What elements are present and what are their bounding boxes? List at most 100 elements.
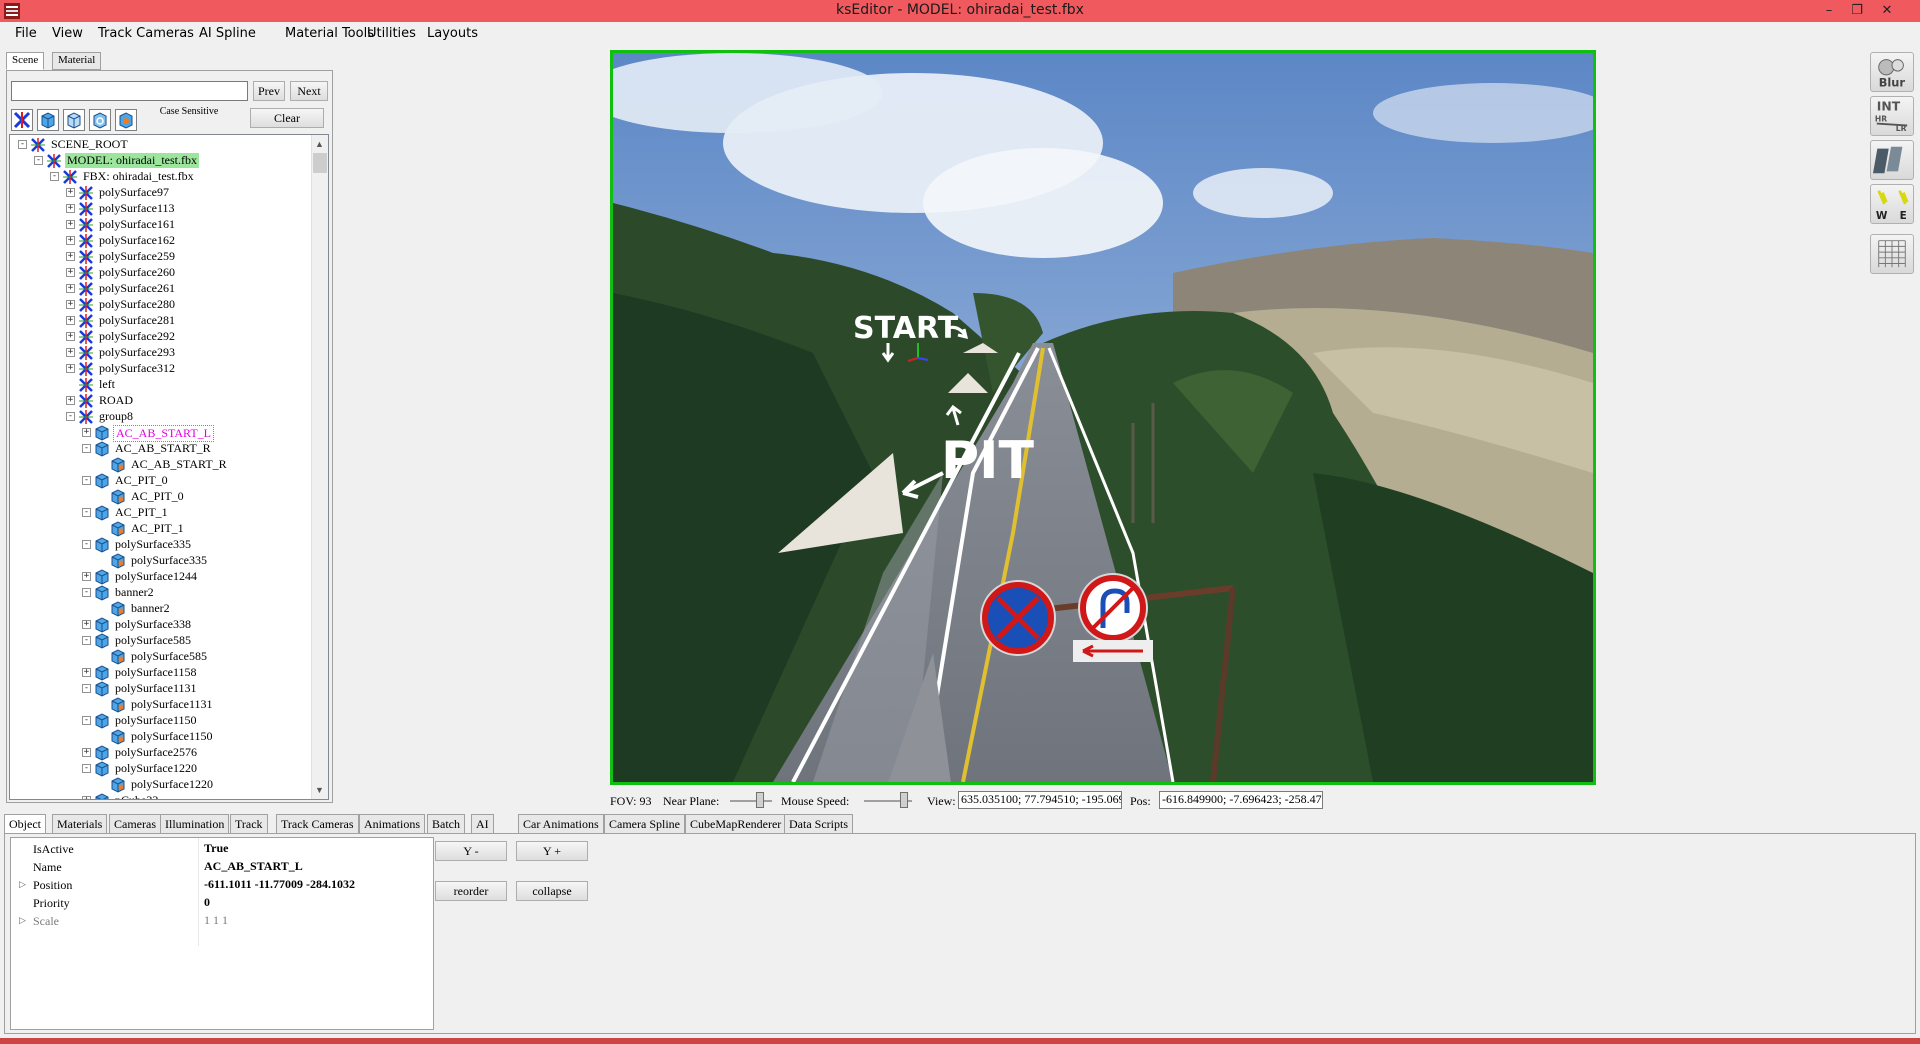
expand-icon[interactable]: + [66, 188, 75, 197]
tab-animations[interactable]: Animations [359, 814, 425, 834]
case-sensitive-label[interactable]: Case Sensitive [159, 106, 219, 117]
reorder-button[interactable]: reorder [435, 881, 507, 901]
tab-scene[interactable]: Scene [6, 52, 45, 70]
prev-button[interactable]: Prev [253, 81, 285, 101]
3d-viewport[interactable]: START PIT [610, 50, 1596, 785]
expand-icon[interactable]: + [82, 748, 91, 757]
tab-materials[interactable]: Materials [52, 814, 108, 834]
blur-tool-button[interactable]: Blur [1870, 52, 1914, 92]
expand-icon[interactable]: + [66, 364, 75, 373]
cube-filter-icon[interactable] [37, 109, 59, 131]
property-row-position[interactable]: ▷ Position -611.1011 -11.77009 -284.1032 [11, 876, 433, 894]
collapse-icon[interactable]: - [82, 716, 91, 725]
grid-tool-button[interactable] [1870, 234, 1914, 274]
clear-button[interactable]: Clear [250, 108, 324, 128]
property-row-scale[interactable]: ▷ Scale 1 1 1 [11, 912, 433, 930]
collapse-icon[interactable]: - [82, 636, 91, 645]
menu-utilities[interactable]: Utilities [367, 26, 416, 41]
int-hr-lr-tool-button[interactable]: INT HR LR [1870, 96, 1914, 136]
collapse-icon[interactable]: - [66, 412, 75, 421]
expand-icon[interactable]: + [66, 204, 75, 213]
expand-icon[interactable]: + [66, 316, 75, 325]
expand-icon[interactable]: + [66, 268, 75, 277]
property-row-name[interactable]: Name AC_AB_START_L [11, 858, 433, 876]
expand-icon[interactable]: + [82, 428, 91, 437]
pos-field[interactable]: -616.849900; -7.696423; -258.47 [1159, 791, 1323, 809]
expand-arrow-icon[interactable]: ▷ [19, 880, 26, 890]
property-row-priority[interactable]: Priority 0 [11, 894, 433, 912]
wind-tool-button[interactable]: W E [1870, 184, 1914, 224]
property-grid[interactable]: IsActive True Name AC_AB_START_L ▷ Posit… [10, 837, 434, 1030]
minimize-icon[interactable]: – [1818, 1, 1840, 21]
tab-cubemaprenderer[interactable]: CubeMapRenderer [685, 814, 787, 834]
axis-filter-icon[interactable] [11, 109, 33, 131]
menu-ai-spline[interactable]: AI Spline [199, 26, 256, 41]
property-value[interactable]: -611.1011 -11.77009 -284.1032 [204, 877, 355, 892]
menu-layouts[interactable]: Layouts [427, 26, 478, 41]
search-input[interactable] [11, 81, 248, 101]
close-icon[interactable]: ✕ [1876, 1, 1898, 21]
expand-icon[interactable]: + [82, 620, 91, 629]
collapse-icon[interactable]: - [50, 172, 59, 181]
property-value[interactable]: AC_AB_START_L [204, 859, 303, 874]
expand-icon[interactable]: + [82, 796, 91, 799]
menu-track-cameras[interactable]: Track Cameras [98, 26, 194, 41]
tab-camera-spline[interactable]: Camera Spline [604, 814, 685, 834]
y-minus-button[interactable]: Y - [435, 841, 507, 861]
collapse-icon[interactable]: - [34, 156, 43, 165]
expand-icon[interactable]: + [66, 220, 75, 229]
tab-batch[interactable]: Batch [427, 814, 465, 834]
tab-track[interactable]: Track [230, 814, 268, 834]
tab-car-animations[interactable]: Car Animations [518, 814, 604, 834]
tree-scrollbar[interactable]: ▲ ▼ [311, 135, 328, 799]
expand-icon[interactable]: + [66, 332, 75, 341]
expand-icon[interactable]: + [66, 236, 75, 245]
property-value[interactable]: 1 1 1 [204, 913, 228, 928]
menu-material-tools[interactable]: Material Tools [285, 26, 374, 41]
mouse-speed-slider-thumb[interactable] [900, 792, 908, 808]
scroll-down-icon[interactable]: ▼ [315, 785, 324, 795]
expand-icon[interactable]: + [66, 300, 75, 309]
tab-cameras[interactable]: Cameras [109, 814, 161, 834]
materials-tool-button[interactable] [1870, 140, 1914, 180]
tab-ai[interactable]: AI [471, 814, 494, 834]
cube-outline-filter-icon[interactable] [63, 109, 85, 131]
y-plus-button[interactable]: Y + [516, 841, 588, 861]
collapse-icon[interactable]: - [82, 476, 91, 485]
cube-gear-filter-icon[interactable] [89, 109, 111, 131]
expand-arrow-icon[interactable]: ▷ [19, 916, 26, 926]
scene-render[interactable]: START PIT [613, 53, 1593, 782]
cube-material-filter-icon[interactable] [115, 109, 137, 131]
menu-file[interactable]: File [15, 26, 37, 41]
collapse-icon[interactable]: - [82, 508, 91, 517]
collapse-icon[interactable]: - [82, 764, 91, 773]
collapse-button[interactable]: collapse [516, 881, 588, 901]
expand-icon[interactable]: + [66, 252, 75, 261]
tab-illumination[interactable]: Illumination [160, 814, 230, 834]
property-row-isactive[interactable]: IsActive True [11, 840, 433, 858]
expand-icon[interactable]: + [66, 348, 75, 357]
menu-view[interactable]: View [52, 26, 83, 41]
collapse-icon[interactable]: - [82, 444, 91, 453]
property-value[interactable]: 0 [204, 895, 210, 910]
scene-tree[interactable]: - SCENE_ROOT - MODEL: ohiradai_test.fbx - FBX… [9, 134, 329, 800]
expand-icon[interactable]: + [82, 668, 91, 677]
scroll-thumb[interactable] [313, 153, 327, 173]
expand-icon[interactable]: + [82, 572, 91, 581]
tab-material[interactable]: Material [52, 52, 102, 70]
collapse-icon[interactable]: - [18, 140, 27, 149]
next-button[interactable]: Next [290, 81, 328, 101]
collapse-icon[interactable]: - [82, 588, 91, 597]
tab-object[interactable]: Object [4, 814, 46, 834]
view-field[interactable]: 635.035100; 77.794510; -195.069 [958, 791, 1122, 809]
restore-icon[interactable]: ❐ [1846, 1, 1868, 21]
scroll-up-icon[interactable]: ▲ [315, 139, 324, 149]
collapse-icon[interactable]: - [82, 540, 91, 549]
expand-icon[interactable]: + [66, 396, 75, 405]
tab-data-scripts[interactable]: Data Scripts [784, 814, 853, 834]
collapse-icon[interactable]: - [82, 684, 91, 693]
tab-track-cameras[interactable]: Track Cameras [276, 814, 359, 834]
expand-icon[interactable]: + [66, 284, 75, 293]
near-plane-slider[interactable] [730, 800, 772, 802]
near-plane-slider-thumb[interactable] [756, 792, 764, 808]
